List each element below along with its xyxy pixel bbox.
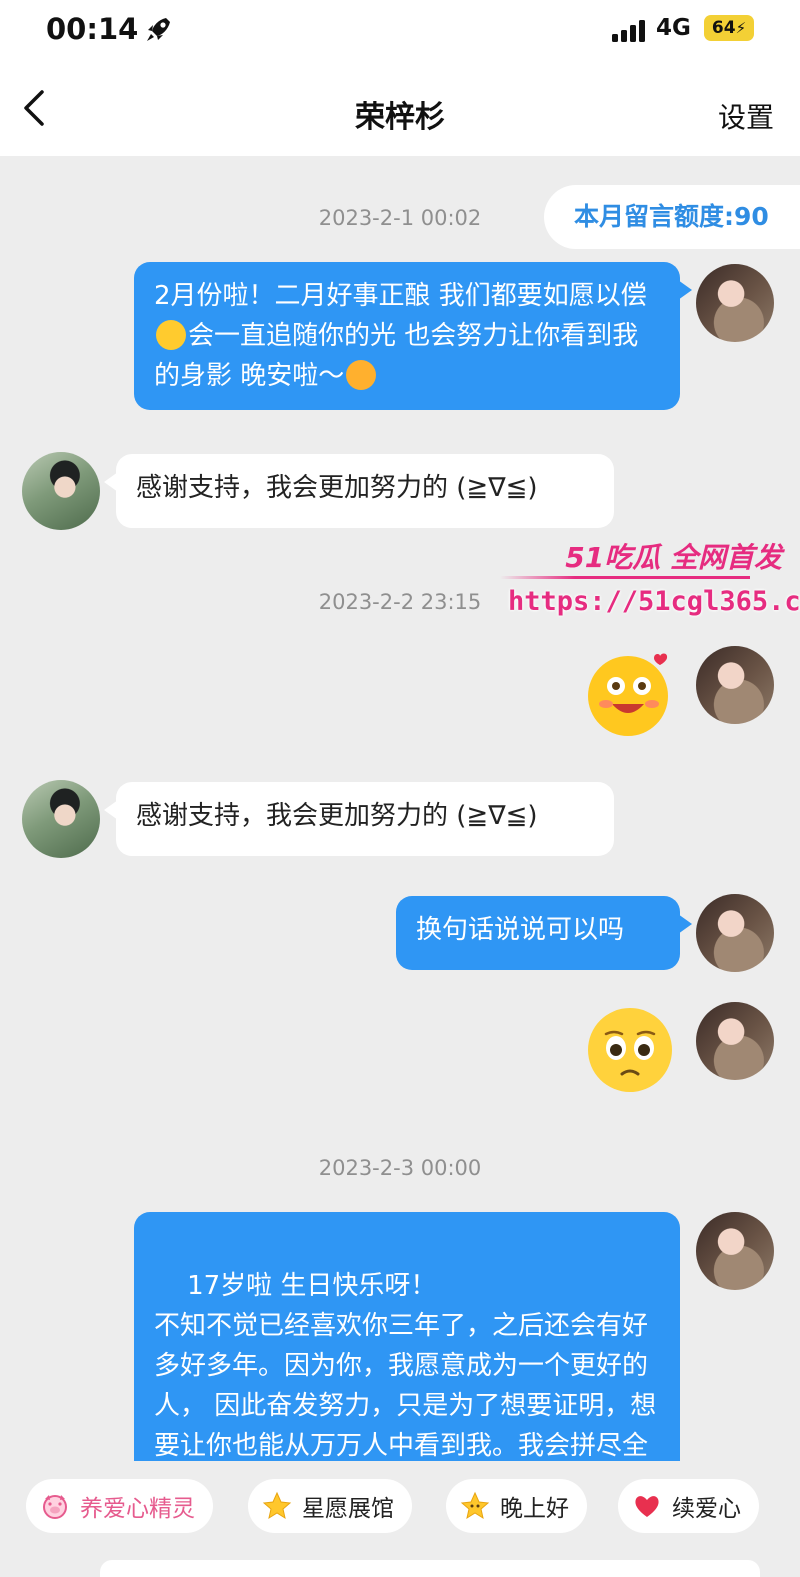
message-bubble-sent[interactable]: 17岁啦 生日快乐呀！ 不知不觉已经喜欢你三年了，之后还会有好多好多年。因为你，… bbox=[134, 1212, 680, 1461]
quick-action-chip[interactable]: 续爱心 bbox=[618, 1479, 759, 1533]
avatar-self[interactable] bbox=[696, 894, 774, 972]
chat-area[interactable]: 本月留言额度:90 2023-2-1 00:02 2月份啦！二月好事正酿 我们都… bbox=[0, 156, 800, 1461]
message-text: 换句话说说可以吗 bbox=[416, 915, 625, 945]
quick-action-chip[interactable]: 星愿展馆 bbox=[248, 1479, 412, 1533]
watermark-line bbox=[500, 576, 750, 579]
battery-indicator: 64 ⚡ bbox=[704, 15, 754, 41]
battery-level: 64 bbox=[711, 18, 736, 38]
charging-icon: ⚡ bbox=[735, 19, 747, 37]
avatar-self[interactable] bbox=[696, 264, 774, 342]
blushing-smile-emoji-icon[interactable] bbox=[582, 646, 678, 742]
avatar-star[interactable] bbox=[22, 780, 100, 858]
network-type: 4G bbox=[656, 15, 691, 41]
chip-label: 养爱心精灵 bbox=[80, 1496, 195, 1522]
status-time: 00:14 bbox=[46, 12, 139, 46]
avatar-self[interactable] bbox=[696, 1002, 774, 1080]
timestamp: 2023-2-1 00:02 bbox=[318, 206, 482, 230]
message-text: 2月份啦！二月好事正酿 我们都要如愿以偿 bbox=[154, 281, 647, 311]
watermark-brand: 51吃瓜 全网首发 bbox=[565, 541, 782, 574]
nav-bar: 荣梓杉 设置 bbox=[0, 58, 800, 156]
quick-action-chip[interactable]: 养爱心精灵 bbox=[26, 1479, 213, 1533]
message-text: 感谢支持，我会更加努力的 (≧∇≦) bbox=[136, 473, 538, 503]
crying-emoji-icon bbox=[346, 360, 377, 390]
message-text: 感谢支持，我会更加努力的 (≧∇≦) bbox=[136, 801, 538, 831]
smile-emoji-icon bbox=[156, 320, 186, 350]
page-title: 荣梓杉 bbox=[355, 100, 445, 135]
star-face-icon bbox=[460, 1491, 490, 1520]
watermark-url: https://51cgl365.com bbox=[508, 586, 800, 617]
pleading-face-emoji-icon[interactable] bbox=[584, 1004, 676, 1096]
avatar-star[interactable] bbox=[22, 452, 100, 530]
message-text: 会一直追随你的光 也会努力让你看到我的身影 晚安啦～ bbox=[154, 321, 639, 391]
quick-action-chip[interactable]: 晚上好 bbox=[446, 1479, 587, 1533]
input-bar[interactable] bbox=[100, 1560, 760, 1577]
message-bubble-received[interactable]: 感谢支持，我会更加努力的 (≧∇≦) bbox=[104, 782, 614, 856]
chip-label: 晚上好 bbox=[500, 1496, 569, 1522]
message-text: 17岁啦 生日快乐呀！ 不知不觉已经喜欢你三年了，之后还会有好多好多年。因为你，… bbox=[154, 1271, 657, 1461]
message-bubble-received[interactable]: 感谢支持，我会更加努力的 (≧∇≦) bbox=[104, 454, 614, 528]
timestamp: 2023-2-3 00:00 bbox=[318, 1156, 482, 1180]
rocket-icon bbox=[147, 18, 170, 41]
heart-icon bbox=[635, 1496, 659, 1517]
signal-icon bbox=[612, 20, 645, 42]
star-icon bbox=[262, 1491, 292, 1520]
status-bar: 00:14 4G 64 ⚡ bbox=[0, 0, 800, 58]
watermark: 51吃瓜 全网首发 https://51cgl365.com bbox=[500, 528, 800, 628]
pig-icon bbox=[43, 1495, 67, 1519]
chip-label: 续爱心 bbox=[672, 1496, 741, 1522]
chip-label: 星愿展馆 bbox=[302, 1496, 394, 1522]
settings-button[interactable]: 设置 bbox=[718, 96, 774, 136]
avatar-self[interactable] bbox=[696, 646, 774, 724]
message-bubble-sent[interactable]: 换句话说说可以吗 bbox=[396, 896, 692, 970]
message-bubble-sent[interactable]: 2月份啦！二月好事正酿 我们都要如愿以偿会一直追随你的光 也会努力让你看到我的身… bbox=[134, 262, 692, 410]
avatar-self[interactable] bbox=[696, 1212, 774, 1290]
